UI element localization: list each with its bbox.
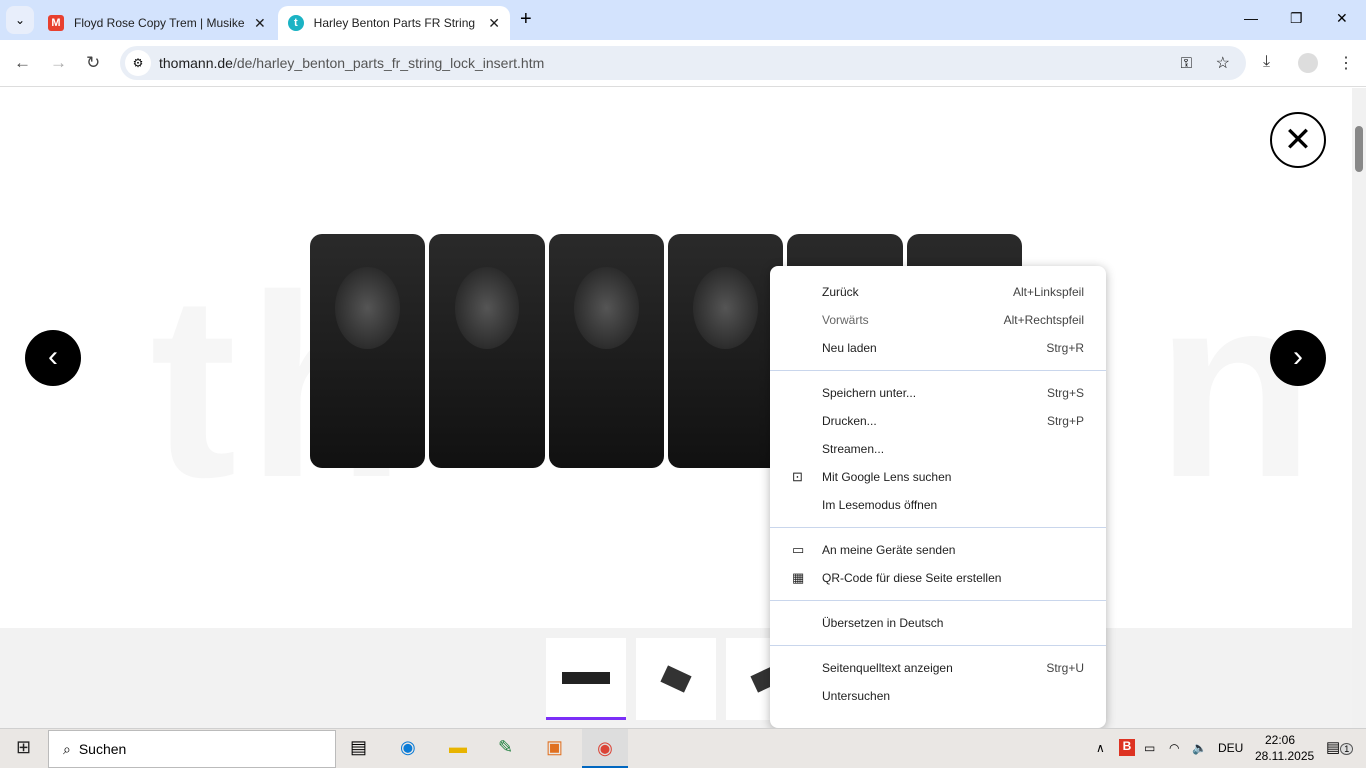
- menu-item-label: QR-Code für diese Seite erstellen: [822, 571, 1002, 585]
- menu-item-streamen[interactable]: Streamen...: [770, 435, 1106, 463]
- site-info-icon[interactable]: ⚙: [125, 50, 151, 76]
- task-view-icon[interactable]: ▤: [350, 737, 367, 758]
- chrome-icon[interactable]: ◉: [582, 729, 628, 768]
- reload-button[interactable]: ↻: [86, 53, 100, 73]
- menu-item-label: Streamen...: [822, 442, 885, 456]
- image-gallery: th n ✕ ‹ ›: [0, 88, 1352, 728]
- tab-search-button[interactable]: ⌄: [6, 6, 34, 34]
- app-icon[interactable]: ✎: [498, 737, 513, 758]
- thumbnail-strip: [0, 628, 1352, 728]
- menu-item-label: Zurück: [822, 285, 859, 299]
- language-indicator[interactable]: DEU: [1218, 741, 1243, 755]
- menu-item-label: Drucken...: [822, 414, 877, 428]
- battery-icon[interactable]: ▭: [1144, 741, 1155, 755]
- menu-separator: [770, 370, 1106, 371]
- menu-item-seitenquelltext-anzeigen[interactable]: Seitenquelltext anzeigen Strg+U: [770, 654, 1106, 682]
- menu-item-shortcut: Alt+Rechtspfeil: [1003, 313, 1084, 327]
- close-gallery-button[interactable]: ✕: [1270, 112, 1326, 168]
- browser-toolbar: ← → ↻ ⚙ thomann.de/de/harley_benton_part…: [0, 40, 1366, 87]
- menu-item-shortcut: Alt+Linkspfeil: [1012, 285, 1084, 299]
- key-icon[interactable]: ⚿: [1181, 55, 1192, 72]
- menu-item-icon: ⊡: [792, 469, 803, 484]
- tab-bar: ⌄ M Floyd Rose Copy Trem | Musiker ✕ t H…: [0, 0, 1366, 40]
- menu-item-shortcut: Strg+R: [1046, 341, 1084, 355]
- bookmark-star-icon[interactable]: ☆: [1216, 53, 1230, 73]
- menu-item-im-lesemodus-öffnen[interactable]: Im Lesemodus öffnen: [770, 491, 1106, 519]
- file-explorer-icon[interactable]: ▬: [449, 737, 467, 758]
- taskbar-search[interactable]: ⌕ Suchen: [48, 730, 336, 768]
- menu-icon[interactable]: ⋮: [1338, 53, 1354, 73]
- tab-harley-benton[interactable]: t Harley Benton Parts FR String Lock Ins…: [278, 6, 510, 40]
- menu-item-speichern-unter[interactable]: Speichern unter... Strg+S: [770, 379, 1106, 407]
- edge-icon[interactable]: ◉: [400, 737, 416, 758]
- menu-item-drucken[interactable]: Drucken... Strg+P: [770, 407, 1106, 435]
- tab-floyd-rose[interactable]: M Floyd Rose Copy Trem | Musiker ✕: [38, 6, 276, 40]
- url-domain: thomann.de: [159, 55, 233, 71]
- minimize-button[interactable]: —: [1244, 10, 1258, 26]
- menu-item-label: Untersuchen: [822, 689, 891, 703]
- menu-item-label: Vorwärts: [822, 313, 869, 327]
- forward-button[interactable]: →: [50, 53, 67, 73]
- menu-item-shortcut: Strg+P: [1046, 414, 1084, 428]
- thumbnail-1[interactable]: [546, 638, 626, 720]
- new-tab-button[interactable]: +: [520, 8, 532, 31]
- close-tab-icon[interactable]: ✕: [254, 15, 266, 32]
- menu-item-untersuchen[interactable]: Untersuchen: [770, 682, 1106, 710]
- taskbar: ⊞ ⌕ Suchen ▤ ◉ ▬ ✎ ▣ ◉ ∧ B ▭ ◠ 🔈 DEU 22:0…: [0, 728, 1366, 768]
- menu-item-icon: ▭: [792, 542, 805, 557]
- menu-separator: [770, 527, 1106, 528]
- close-window-button[interactable]: ✕: [1336, 10, 1348, 27]
- thomann-favicon-icon: t: [288, 15, 304, 31]
- search-label: Suchen: [78, 741, 127, 757]
- menu-separator: [770, 600, 1106, 601]
- next-image-button[interactable]: ›: [1270, 330, 1326, 386]
- tab-title: Harley Benton Parts FR String Lock Inser…: [313, 16, 479, 30]
- menu-item-label: Seitenquelltext anzeigen: [822, 661, 953, 675]
- antivirus-icon[interactable]: B: [1119, 739, 1135, 756]
- menu-item-an-meine-geräte-senden[interactable]: ▭ An meine Geräte senden: [770, 536, 1106, 564]
- menu-item-mit-google-lens-suchen[interactable]: ⊡ Mit Google Lens suchen: [770, 463, 1106, 491]
- menu-item-übersetzen-in-deutsch[interactable]: Übersetzen in Deutsch: [770, 609, 1106, 637]
- media-app-icon[interactable]: ▣: [546, 737, 563, 758]
- download-icon[interactable]: ⤓: [1263, 53, 1270, 71]
- tray-overflow-icon[interactable]: ∧: [1096, 741, 1105, 755]
- scrollbar[interactable]: [1352, 88, 1366, 728]
- menu-item-icon: ▦: [792, 570, 805, 585]
- windows-start-icon[interactable]: ⊞: [16, 737, 31, 758]
- menu-separator: [770, 645, 1106, 646]
- menu-item-vorwärts[interactable]: Vorwärts Alt+Rechtspfeil: [770, 306, 1106, 334]
- back-button[interactable]: ←: [14, 53, 31, 73]
- menu-item-label: An meine Geräte senden: [822, 543, 956, 557]
- close-tab-icon[interactable]: ✕: [488, 15, 500, 32]
- restore-button[interactable]: ❐: [1290, 10, 1303, 27]
- menu-item-label: Neu laden: [822, 341, 877, 355]
- notification-icon[interactable]: ▤ 1: [1326, 738, 1354, 756]
- previous-image-button[interactable]: ‹: [25, 330, 81, 386]
- menu-item-label: Im Lesemodus öffnen: [822, 498, 938, 512]
- profile-avatar[interactable]: [1298, 53, 1318, 73]
- menu-item-zurück[interactable]: Zurück Alt+Linkspfeil: [770, 278, 1106, 306]
- tab-title: Floyd Rose Copy Trem | Musiker: [74, 16, 244, 30]
- thumbnail-2[interactable]: [636, 638, 716, 720]
- thomann-favicon-icon: M: [48, 15, 64, 31]
- menu-item-shortcut: Strg+U: [1046, 661, 1084, 675]
- wifi-icon[interactable]: ◠: [1169, 741, 1179, 755]
- clock[interactable]: 22:06 28.11.2025: [1255, 732, 1314, 764]
- url-path: /de/harley_benton_parts_fr_string_lock_i…: [232, 55, 545, 71]
- context-menu: Zurück Alt+Linkspfeil Vorwärts Alt+Rechtspf…: [770, 266, 1106, 728]
- menu-item-label: Mit Google Lens suchen: [822, 470, 952, 484]
- menu-item-label: Speichern unter...: [822, 386, 917, 400]
- address-bar[interactable]: ⚙ thomann.de/de/harley_benton_parts_fr_s…: [120, 46, 1246, 80]
- menu-item-shortcut: Strg+S: [1046, 386, 1084, 400]
- volume-icon[interactable]: 🔈: [1192, 741, 1207, 755]
- menu-item-neu-laden[interactable]: Neu laden Strg+R: [770, 334, 1106, 362]
- search-icon: ⌕: [63, 740, 71, 757]
- menu-item-label: Übersetzen in Deutsch: [822, 616, 944, 630]
- menu-item-qr-code-für-diese-seite-erstellen[interactable]: ▦ QR-Code für diese Seite erstellen: [770, 564, 1106, 592]
